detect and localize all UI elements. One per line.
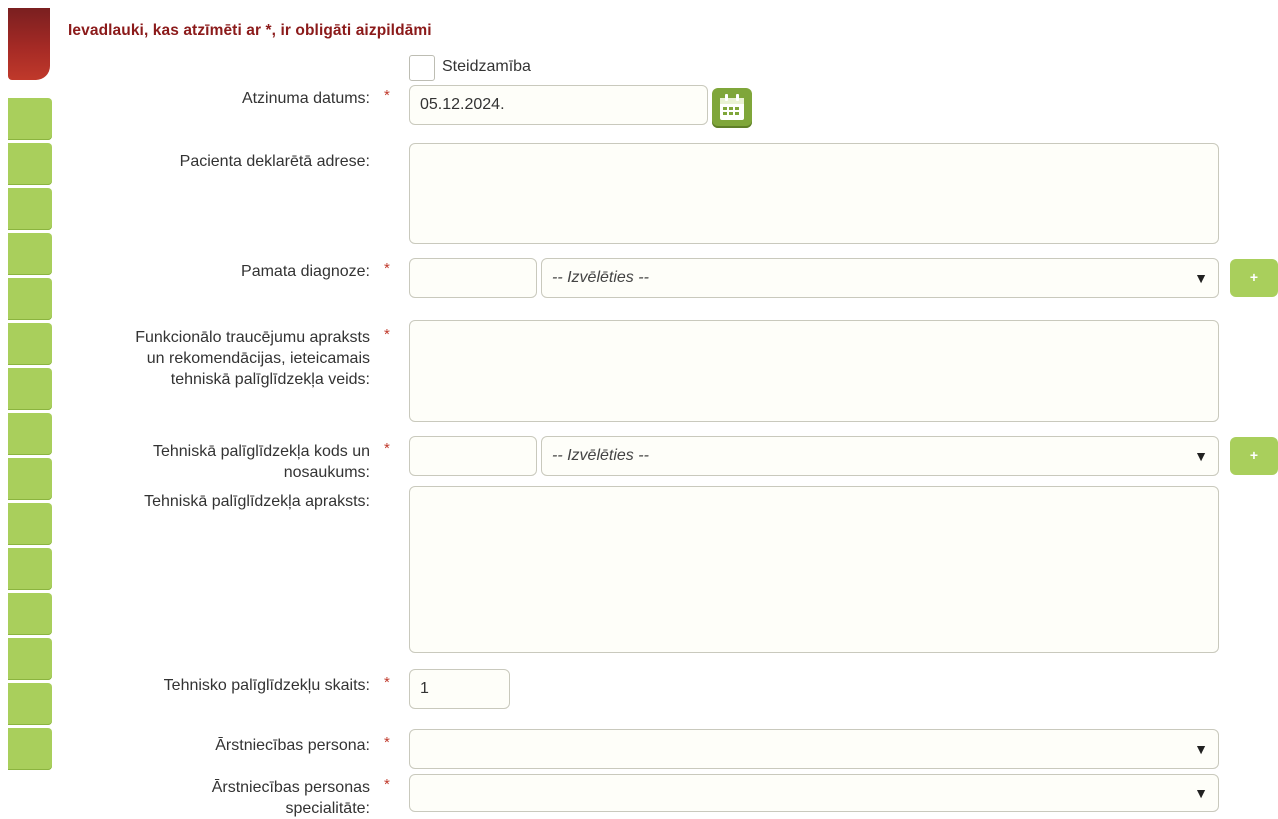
chevron-down-icon: ▼ <box>1194 448 1208 464</box>
required-mark: * <box>384 260 390 277</box>
aid-description-label: Tehniskā palīglīdzekļa apraksts: <box>144 493 370 510</box>
rail-tab-2[interactable] <box>8 143 52 185</box>
label-line: un rekomendācijas, ieteicamais <box>146 350 370 367</box>
rail-tab-8[interactable] <box>8 413 52 455</box>
add-diagnosis-button[interactable]: + <box>1230 259 1278 297</box>
opinion-date-input[interactable]: 05.12.2024. <box>409 85 708 125</box>
functional-description-label: Funkcionālo traucējumu apraksts un rekom… <box>60 327 370 390</box>
required-fields-notice: Ievadlauki, kas atzīmēti ar *, ir obligā… <box>68 22 432 39</box>
rail-tab-14[interactable] <box>8 683 52 725</box>
label-line: Ārstniecības personas <box>211 779 370 796</box>
chevron-down-icon: ▼ <box>1194 741 1208 757</box>
rail-tab-11[interactable] <box>8 548 52 590</box>
rail-tab-1[interactable] <box>8 98 52 140</box>
required-mark: * <box>384 326 390 343</box>
label-line: Funkcionālo traucējumu apraksts <box>135 329 370 346</box>
rail-tab-12[interactable] <box>8 593 52 635</box>
rail-tab-3[interactable] <box>8 188 52 230</box>
rail-tab-9[interactable] <box>8 458 52 500</box>
practitioner-specialty-label: Ārstniecības personas specialitāte: <box>60 777 370 819</box>
aid-count-label: Tehnisko palīglīdzekļu skaits: <box>163 677 370 694</box>
aid-code-select-value: -- Izvēlēties -- <box>552 447 649 464</box>
aid-code-select[interactable]: -- Izvēlēties -- ▼ <box>541 436 1219 476</box>
label-line: nosaukums: <box>283 464 370 481</box>
label-line: Tehniskā palīglīdzekļa kods un <box>152 443 370 460</box>
chevron-down-icon: ▼ <box>1194 270 1208 286</box>
calendar-button[interactable] <box>712 88 752 128</box>
aid-description-textarea[interactable] <box>409 486 1219 653</box>
practitioner-specialty-select[interactable]: ▼ <box>409 774 1219 812</box>
calendar-icon <box>720 94 744 120</box>
add-aid-button[interactable]: + <box>1230 437 1278 475</box>
diagnosis-code-input[interactable] <box>409 258 537 298</box>
required-mark: * <box>384 87 390 104</box>
functional-description-textarea[interactable] <box>409 320 1219 422</box>
diagnosis-select[interactable]: -- Izvēlēties -- ▼ <box>541 258 1219 298</box>
rail-tab-10[interactable] <box>8 503 52 545</box>
rail-tab-7[interactable] <box>8 368 52 410</box>
declared-address-textarea[interactable] <box>409 143 1219 244</box>
aid-code-input[interactable] <box>409 436 537 476</box>
diagnosis-select-value: -- Izvēlēties -- <box>552 269 649 286</box>
aid-code-label: Tehniskā palīglīdzekļa kods un nosaukums… <box>60 441 370 483</box>
required-mark: * <box>384 734 390 751</box>
rail-header-tab <box>8 8 50 80</box>
chevron-down-icon: ▼ <box>1194 785 1208 801</box>
urgency-checkbox[interactable] <box>409 55 435 81</box>
aid-count-input[interactable]: 1 <box>409 669 510 709</box>
urgency-label: Steidzamība <box>442 58 531 75</box>
required-mark: * <box>384 674 390 691</box>
rail-tab-5[interactable] <box>8 278 52 320</box>
rail-tab-4[interactable] <box>8 233 52 275</box>
rail-tab-6[interactable] <box>8 323 52 365</box>
main-diagnosis-label: Pamata diagnoze: <box>241 263 370 280</box>
label-line: tehniskā palīglīdzekļa veids: <box>170 371 370 388</box>
required-mark: * <box>384 440 390 457</box>
practitioner-select[interactable]: ▼ <box>409 729 1219 769</box>
required-mark: * <box>384 776 390 793</box>
opinion-date-label: Atzinuma datums: <box>241 90 370 107</box>
rail-tab-13[interactable] <box>8 638 52 680</box>
practitioner-label: Ārstniecības persona: <box>215 737 370 754</box>
rail-tab-15[interactable] <box>8 728 52 770</box>
declared-address-label: Pacienta deklarētā adrese: <box>179 153 370 170</box>
